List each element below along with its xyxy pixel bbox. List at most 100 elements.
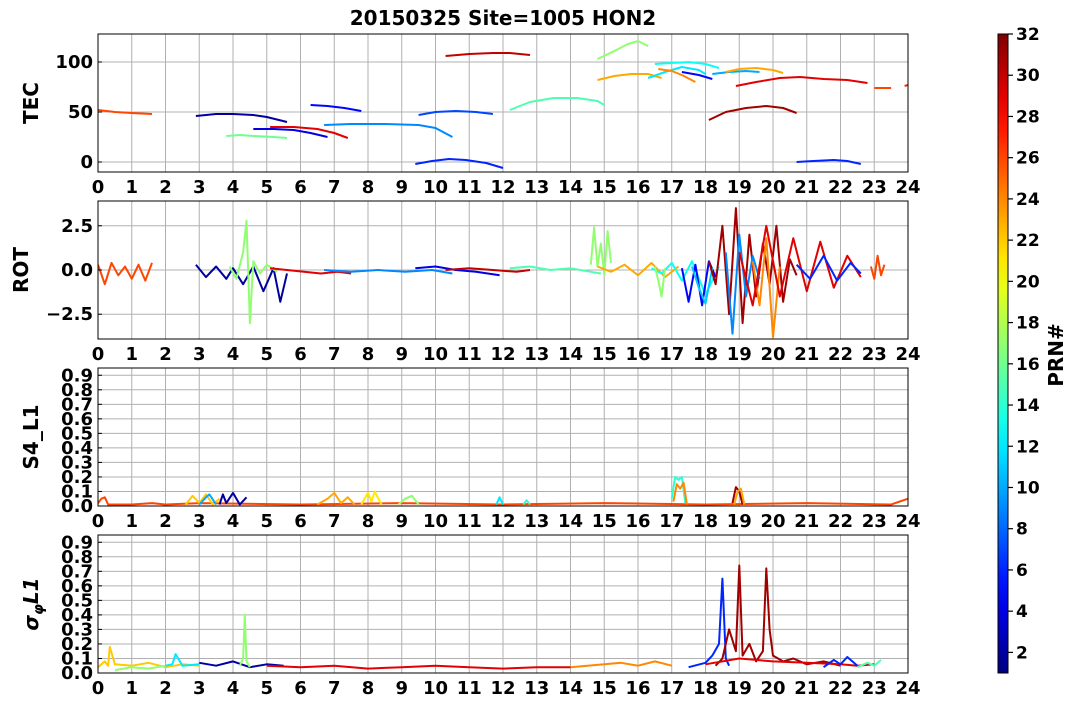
x-tick-label: 9 [395,678,408,699]
colorbar-tick-label: 24 [1016,190,1040,210]
x-tick-label: 24 [895,344,920,365]
x-tick-label: 1 [125,678,138,699]
x-tick-label: 11 [457,678,482,699]
x-tick-label: 15 [592,177,617,198]
series-line-prn-22 [98,645,200,669]
y-tick-label: 0.0 [61,260,93,281]
x-tick-label: 1 [125,177,138,198]
x-tick-label: 3 [193,511,206,532]
series-line-prn-16 [226,134,288,139]
colorbar-tick-label: 28 [1016,107,1040,127]
x-tick-label: 7 [328,177,341,198]
x-tick-label: 5 [260,344,273,365]
colorbar-tick-label: 26 [1016,149,1040,169]
x-tick-label: 16 [625,678,650,699]
x-tick-label: 8 [362,344,375,365]
series-line-prn-12 [165,653,200,667]
x-tick-label: 19 [727,344,752,365]
series-line-prn-31 [714,564,841,667]
x-tick-label: 5 [260,511,273,532]
x-tick-label: 19 [727,177,752,198]
x-tick-label: 10 [423,177,448,198]
x-tick-label: 0 [92,177,105,198]
x-tick-label: 16 [625,177,650,198]
colorbar-tick-label: 30 [1016,66,1040,86]
x-tick-label: 16 [625,344,650,365]
x-tick-label: 11 [457,177,482,198]
x-tick-label: 10 [423,678,448,699]
x-tick-label: 0 [92,511,105,532]
x-tick-label: 23 [862,177,887,198]
x-tick-label: 6 [294,678,307,699]
x-tick-label: 17 [659,344,684,365]
x-tick-label: 1 [125,344,138,365]
y-tick-label: 0.9 [61,532,93,553]
series-line-prn-26 [869,254,886,280]
x-tick-label: 10 [423,511,448,532]
series-line-prn-15 [857,659,882,669]
colorbar: 2468101214161820222426283032PRN# [997,25,1068,674]
x-tick-label: 9 [395,177,408,198]
x-tick-label: 20 [760,678,785,699]
panel-s4: 0 1 2 3 4 5 6 7 8 9 10 11 12 13 14 15 16 17 18 19 20 21 22 23 24… [19,365,921,532]
x-tick-label: 21 [794,344,819,365]
colorbar-tick-label: 18 [1016,314,1040,334]
panels: 0 1 2 3 4 5 6 7 8 9 10 11 12 13 14 15 16 17 18 19 20 21 22 23 24… [9,33,921,699]
x-tick-label: 15 [592,511,617,532]
x-tick-label: 18 [693,678,718,699]
x-tick-label: 18 [693,344,718,365]
x-tick-label: 23 [862,678,887,699]
colorbar-tick-label: 4 [1016,602,1028,622]
x-tick-label: 18 [693,177,718,198]
x-tick-label: 12 [490,177,515,198]
x-tick-label: 6 [294,511,307,532]
x-tick-label: 24 [895,511,920,532]
panel-sigma: 0 1 2 3 4 5 6 7 8 9 10 11 12 13 14 15 16 17 18 19 20 21 22 23 24… [19,532,921,699]
x-tick-label: 9 [395,344,408,365]
x-tick-label: 4 [227,344,240,365]
series-line-prn-2 [195,113,288,123]
y-tick-label: 0.9 [61,365,93,386]
series-line-prn-30 [445,52,531,57]
x-tick-label: 8 [362,678,375,699]
colorbar-tick-label: 14 [1016,396,1040,416]
series-line-prn-5 [310,104,362,112]
series-line-prn-29 [735,76,868,87]
x-tick-label: 4 [227,177,240,198]
colorbar-tick-label: 10 [1016,478,1040,498]
x-tick-label: 12 [490,678,515,699]
colorbar-tick-label: 6 [1016,561,1028,581]
y-tick-label: 100 [55,52,93,73]
x-tick-label: 24 [895,177,920,198]
x-tick-label: 5 [260,678,273,699]
x-tick-label: 21 [794,177,819,198]
x-tick-label: 22 [828,678,853,699]
x-tick-label: 3 [193,177,206,198]
x-tick-label: 14 [558,344,583,365]
x-tick-label: 3 [193,344,206,365]
x-tick-label: 20 [760,177,785,198]
x-tick-label: 17 [659,177,684,198]
series-line-prn-27 [904,84,908,87]
x-tick-label: 7 [328,678,341,699]
x-tick-label: 16 [625,511,650,532]
x-tick-label: 8 [362,177,375,198]
x-tick-label: 8 [362,511,375,532]
x-tick-label: 11 [457,511,482,532]
x-tick-label: 14 [558,678,583,699]
x-tick-label: 20 [760,511,785,532]
colorbar-label: PRN# [1044,323,1068,387]
x-tick-label: 17 [659,678,684,699]
x-tick-label: 21 [794,511,819,532]
x-tick-label: 12 [490,511,515,532]
x-tick-label: 5 [260,177,273,198]
series-line-prn-17 [228,219,278,325]
x-tick-label: 18 [693,511,718,532]
x-tick-label: 20 [760,344,785,365]
x-tick-label: 3 [193,678,206,699]
x-tick-label: 7 [328,344,341,365]
x-tick-label: 0 [92,344,105,365]
series-line-prn-31 [708,105,797,121]
x-tick-label: 13 [524,344,549,365]
series-line-prn-12 [495,496,504,505]
